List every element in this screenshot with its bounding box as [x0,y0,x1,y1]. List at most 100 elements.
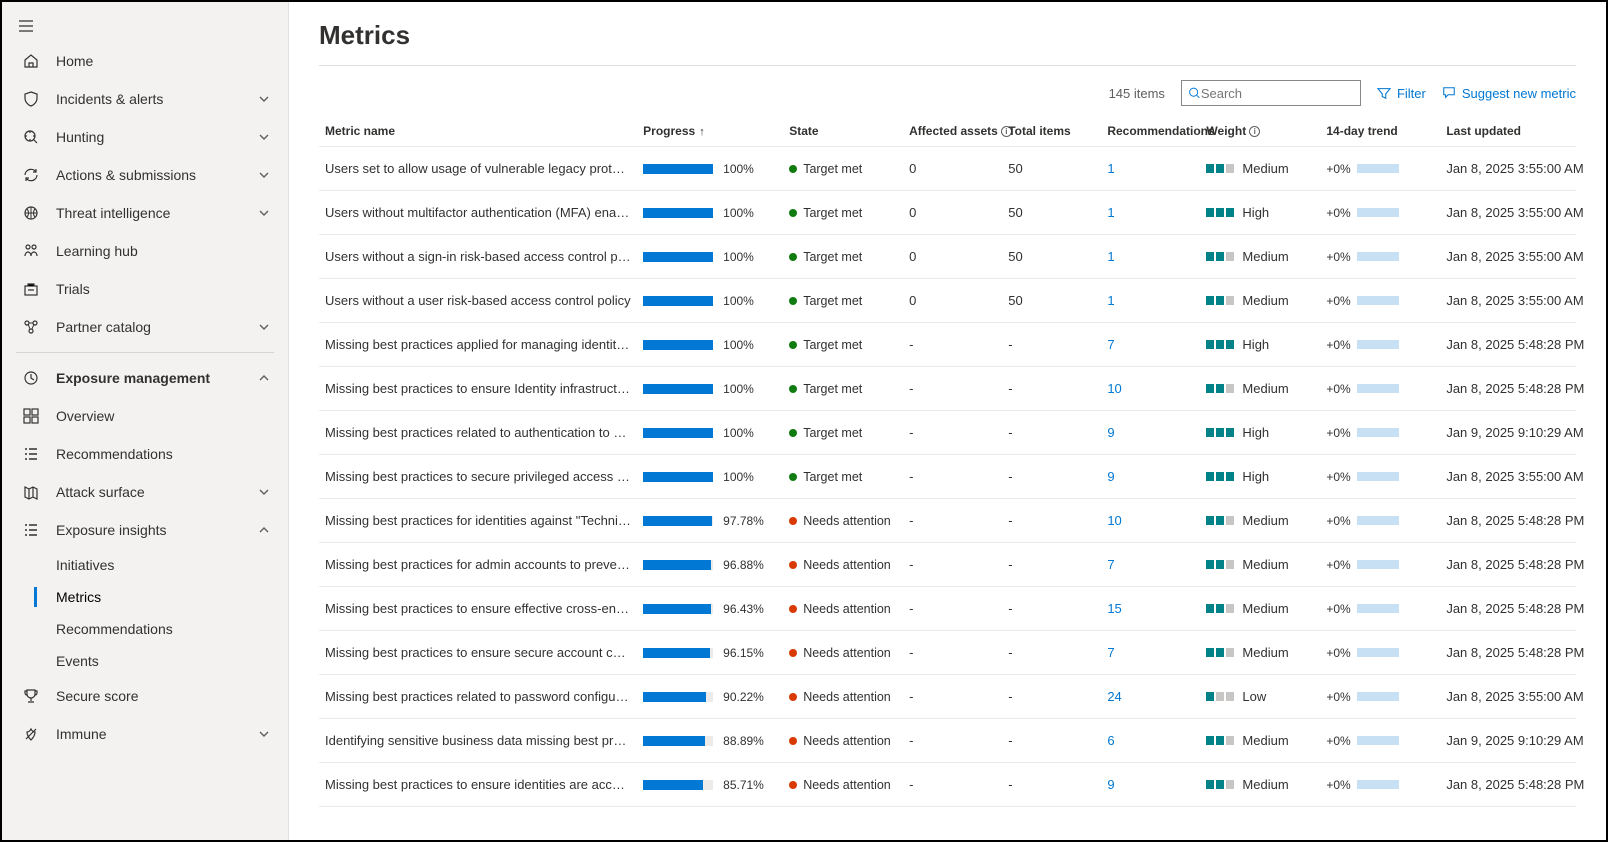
state-cell: Target met [789,162,897,176]
sidebar-item-actions-submissions[interactable]: Actions & submissions [2,156,288,194]
hamburger-button[interactable] [2,10,288,42]
progress-percent: 100% [723,338,754,352]
table-row[interactable]: Users without a sign-in risk-based acces… [319,235,1576,279]
table-row[interactable]: Missing best practices applied for manag… [319,323,1576,367]
sidebar-item-partner-catalog[interactable]: Partner catalog [2,308,288,346]
metric-name: Missing best practices to ensure effecti… [325,601,631,616]
search-box[interactable] [1181,80,1361,106]
col-header-trend[interactable]: 14-day trend [1320,116,1440,147]
metrics-table: Metric name Progress↑ State Affected ass… [319,116,1576,807]
sidebar-item-home[interactable]: Home [2,42,288,80]
sidebar-sub-metrics[interactable]: Metrics [2,581,288,613]
progress-percent: 85.71% [723,778,764,792]
recs-link[interactable]: 1 [1107,205,1114,220]
sidebar-item-threat-intelligence[interactable]: Threat intelligence [2,194,288,232]
home-icon [22,52,42,70]
recs-link[interactable]: 10 [1107,381,1121,396]
sidebar-sub-recommendations[interactable]: Recommendations [2,613,288,645]
status-dot-icon [789,473,797,481]
sidebar: HomeIncidents & alertsHuntingActions & s… [2,2,289,840]
updated-cell: Jan 8, 2025 3:55:00 AM [1440,191,1576,235]
recs-link[interactable]: 1 [1107,161,1114,176]
table-row[interactable]: Missing best practices to ensure identit… [319,763,1576,807]
trend-cell: +0% [1326,426,1434,440]
total-cell: - [1002,323,1101,367]
recs-link[interactable]: 9 [1107,777,1114,792]
table-row[interactable]: Missing best practices to secure privile… [319,455,1576,499]
col-header-recs[interactable]: Recommendations [1101,116,1200,147]
recs-link[interactable]: 9 [1107,425,1114,440]
table-row[interactable]: Missing best practices to ensure secure … [319,631,1576,675]
status-dot-icon [789,209,797,217]
col-header-updated[interactable]: Last updated [1440,116,1576,147]
progress-cell: 100% [643,338,777,352]
progress-percent: 88.89% [723,734,764,748]
progress-cell: 88.89% [643,734,777,748]
sidebar-item-overview[interactable]: Overview [2,397,288,435]
total-cell: - [1002,499,1101,543]
recs-link[interactable]: 15 [1107,601,1121,616]
recs-link[interactable]: 7 [1107,337,1114,352]
recs-link[interactable]: 9 [1107,469,1114,484]
affected-cell: - [903,587,1002,631]
progress-cell: 100% [643,470,777,484]
trend-cell: +0% [1326,646,1434,660]
chevron-down-icon [258,93,272,105]
recs-link[interactable]: 24 [1107,689,1121,704]
filter-button[interactable]: Filter [1377,86,1426,101]
sidebar-sub-initiatives[interactable]: Initiatives [2,549,288,581]
state-label: Needs attention [803,646,891,660]
progress-percent: 96.43% [723,602,764,616]
weight-cell: Medium [1206,733,1314,748]
total-cell: 50 [1002,147,1101,191]
table-row[interactable]: Users without a user risk-based access c… [319,279,1576,323]
col-header-total[interactable]: Total items [1002,116,1101,147]
comment-icon [1442,86,1456,100]
table-row[interactable]: Missing best practices related to authen… [319,411,1576,455]
sidebar-item-recommendations[interactable]: Recommendations [2,435,288,473]
sidebar-item-exposure-management[interactable]: Exposure management [2,359,288,397]
recs-link[interactable]: 1 [1107,249,1114,264]
recs-link[interactable]: 10 [1107,513,1121,528]
map-icon [22,483,42,501]
col-header-affected[interactable]: Affected assetsi [903,116,1002,147]
state-label: Target met [803,470,862,484]
recs-link[interactable]: 7 [1107,645,1114,660]
table-row[interactable]: Users set to allow usage of vulnerable l… [319,147,1576,191]
sidebar-sub-events[interactable]: Events [2,645,288,677]
weight-bars-icon [1206,252,1234,261]
search-input[interactable] [1201,86,1354,101]
col-header-state[interactable]: State [783,116,903,147]
col-header-progress[interactable]: Progress↑ [637,116,783,147]
sidebar-item-incidents-alerts[interactable]: Incidents & alerts [2,80,288,118]
shield-icon [22,90,42,108]
progress-bar [643,296,713,306]
learn-icon [22,242,42,260]
state-label: Needs attention [803,734,891,748]
col-header-name[interactable]: Metric name [319,116,637,147]
sidebar-item-immune[interactable]: Immune [2,715,288,753]
table-row[interactable]: Missing best practices for identities ag… [319,499,1576,543]
sidebar-item-trials[interactable]: Trials [2,270,288,308]
recs-link[interactable]: 1 [1107,293,1114,308]
table-row[interactable]: Identifying sensitive business data miss… [319,719,1576,763]
metric-name: Missing best practices for admin account… [325,557,631,572]
table-row[interactable]: Users without multifactor authentication… [319,191,1576,235]
weight-label: Low [1242,689,1266,704]
sidebar-item-exposure-insights[interactable]: Exposure insights [2,511,288,549]
menu-icon [18,18,34,34]
table-row[interactable]: Missing best practices to ensure Identit… [319,367,1576,411]
progress-percent: 96.88% [723,558,764,572]
sidebar-item-secure-score[interactable]: Secure score [2,677,288,715]
sidebar-item-hunting[interactable]: Hunting [2,118,288,156]
sidebar-item-learning-hub[interactable]: Learning hub [2,232,288,270]
table-row[interactable]: Missing best practices related to passwo… [319,675,1576,719]
table-row[interactable]: Missing best practices to ensure effecti… [319,587,1576,631]
table-row[interactable]: Missing best practices for admin account… [319,543,1576,587]
col-header-weight[interactable]: Weighti [1200,116,1320,147]
recs-link[interactable]: 6 [1107,733,1114,748]
trend-cell: +0% [1326,690,1434,704]
recs-link[interactable]: 7 [1107,557,1114,572]
suggest-button[interactable]: Suggest new metric [1442,86,1576,101]
sidebar-item-attack-surface[interactable]: Attack surface [2,473,288,511]
